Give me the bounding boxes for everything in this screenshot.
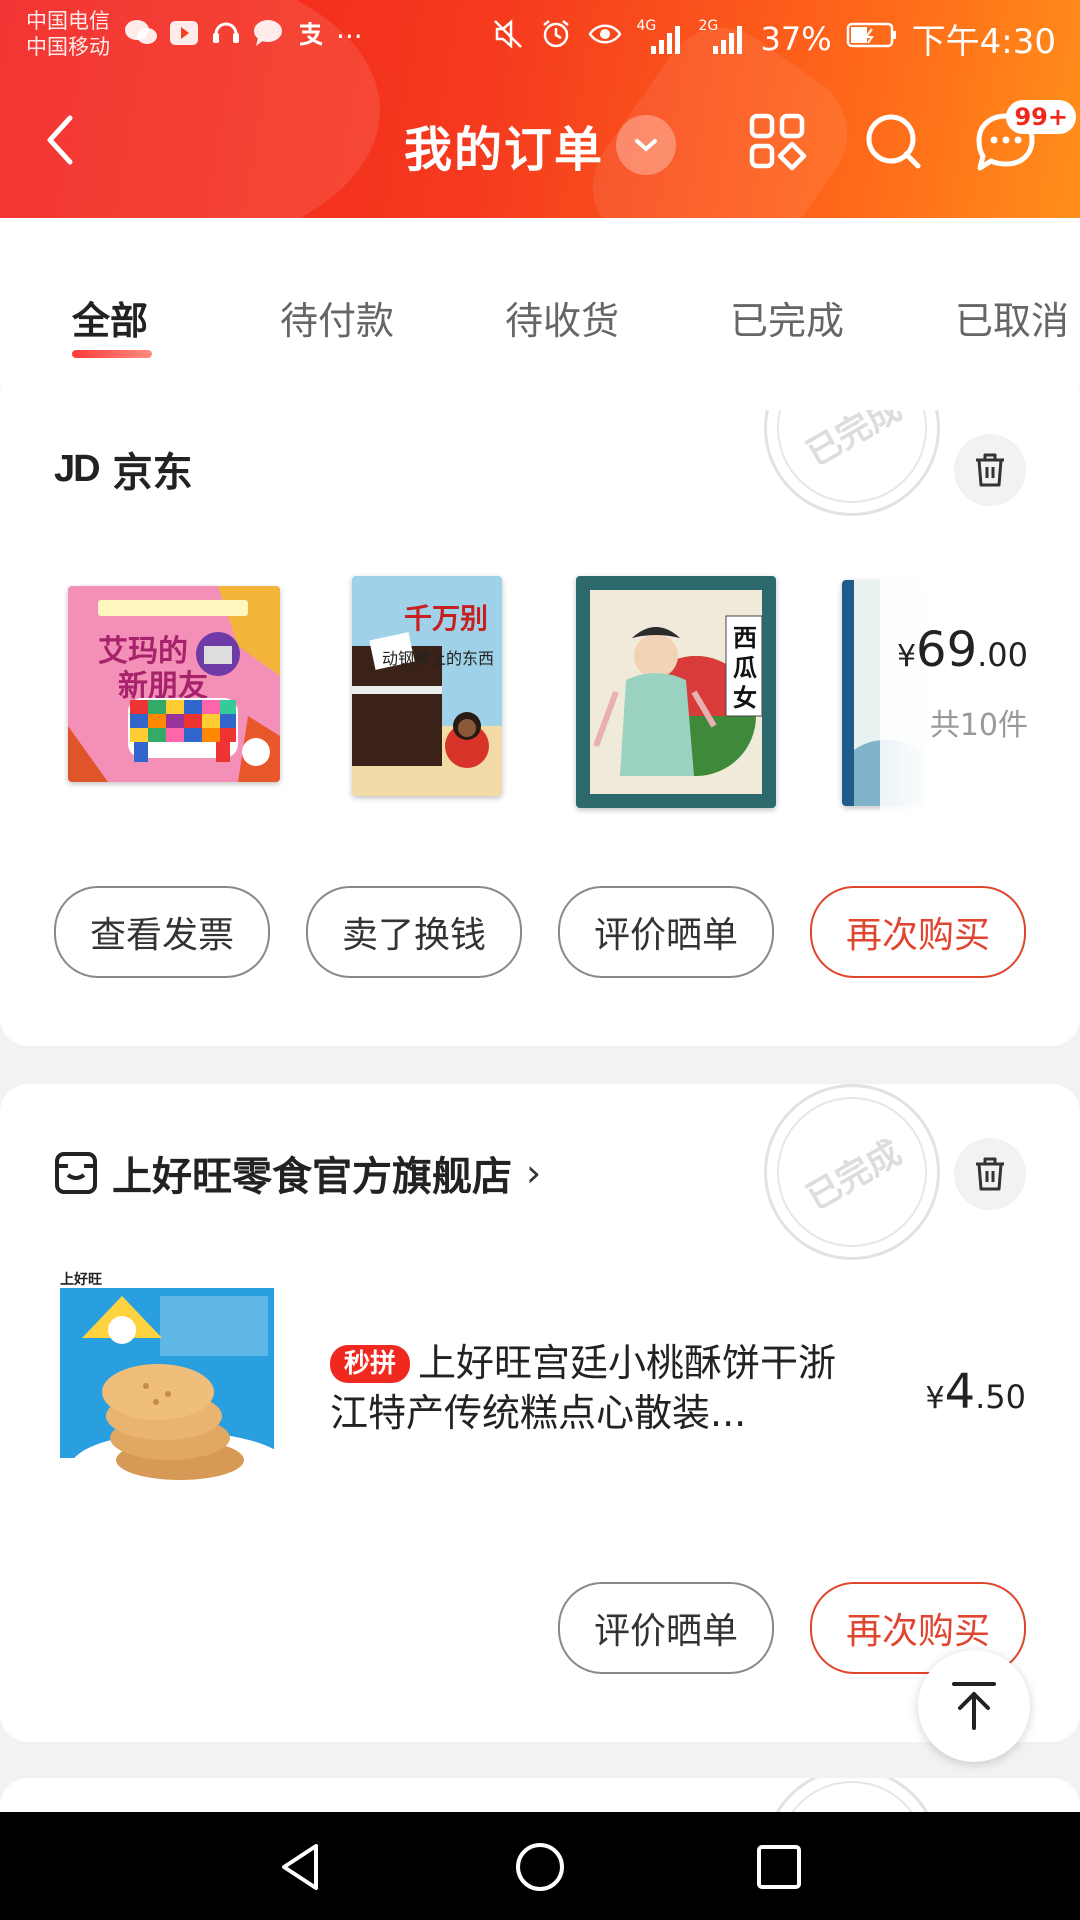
carrier-2: 中国移动 bbox=[26, 35, 110, 59]
product-image-3[interactable]: 西 瓜 女 bbox=[576, 576, 776, 808]
delete-order-button[interactable] bbox=[954, 1138, 1026, 1210]
status-bar: 中国电信 中国移动 ··· 4G 2G 37% 下午4:30 bbox=[0, 0, 1080, 70]
review-button[interactable]: 评价晒单 bbox=[558, 1582, 774, 1674]
signal-4g-icon: 4G bbox=[637, 18, 685, 56]
scroll-to-top-button[interactable] bbox=[918, 1650, 1030, 1762]
tab-completed[interactable]: 已完成 bbox=[730, 290, 844, 345]
svg-text:女: 女 bbox=[733, 683, 757, 712]
trash-icon bbox=[976, 453, 1004, 487]
product-image-2[interactable]: 千万别 动钢琴上的东西 bbox=[352, 576, 502, 796]
carrier-1: 中国电信 bbox=[26, 9, 110, 33]
arrow-up-icon bbox=[952, 1682, 996, 1730]
header-background: 中国电信 中国移动 ··· 4G 2G 37% 下午4:30 我的订单 99+ bbox=[0, 0, 1080, 220]
store-name: 京东 bbox=[112, 450, 193, 496]
order-total: ¥69.00 bbox=[897, 622, 1028, 678]
promo-tag: 秒拼 bbox=[330, 1345, 411, 1383]
page-title: 我的订单 bbox=[404, 122, 605, 178]
price-integer: 69 bbox=[916, 622, 978, 678]
currency-symbol: ¥ bbox=[896, 639, 917, 674]
back-arrow-icon[interactable] bbox=[34, 110, 94, 170]
eye-comfort-icon bbox=[587, 17, 623, 60]
wechat-icon bbox=[124, 18, 158, 55]
currency-symbol: ¥ bbox=[925, 1381, 945, 1416]
buy-again-button[interactable]: 再次购买 bbox=[810, 886, 1026, 978]
order-card-jd[interactable]: 已完成 JD 京东 艾玛的 新朋友 千万别 动钢琴上的东西 西 瓜 女 ¥69.… bbox=[0, 390, 1080, 1046]
clock: 下午4:30 bbox=[911, 22, 1056, 62]
nav-bar: 我的订单 99+ bbox=[0, 80, 1080, 210]
tab-all[interactable]: 全部 bbox=[72, 290, 148, 345]
price-decimal: .50 bbox=[975, 1378, 1026, 1416]
tab-pending-payment[interactable]: 待付款 bbox=[280, 290, 394, 345]
trash-icon bbox=[976, 1157, 1004, 1191]
back-triangle-icon[interactable] bbox=[274, 1840, 328, 1894]
message-icon bbox=[252, 18, 284, 55]
delete-order-button[interactable] bbox=[954, 434, 1026, 506]
store-header[interactable]: 上好旺零食官方旗舰店 › bbox=[54, 1144, 541, 1202]
price-summary: ¥69.00 共10件 bbox=[880, 540, 1080, 840]
view-invoice-button[interactable]: 查看发票 bbox=[54, 886, 270, 978]
home-circle-icon[interactable] bbox=[513, 1840, 567, 1894]
status-indicators: 4G 2G 37% 下午4:30 bbox=[491, 14, 1056, 63]
net-type-2: 2G bbox=[698, 17, 719, 34]
carrier-info: 中国电信 中国移动 bbox=[26, 8, 110, 60]
product-brand: 上好旺 bbox=[60, 1271, 102, 1288]
jd-logo-icon: JD bbox=[54, 447, 101, 490]
title-dropdown[interactable]: 我的订单 bbox=[404, 110, 677, 180]
store-name: 上好旺零食官方旗舰店 bbox=[112, 1154, 512, 1200]
recents-square-icon[interactable] bbox=[752, 1840, 806, 1894]
completed-stamp: 已完成 bbox=[731, 390, 973, 549]
order-tabs: 全部 待付款 待收货 已完成 已取消 bbox=[0, 218, 1080, 410]
svg-text:艾玛的: 艾玛的 bbox=[98, 634, 188, 669]
tab-cancelled[interactable]: 已取消 bbox=[955, 290, 1069, 345]
product-price: ¥4.50 bbox=[925, 1364, 1026, 1420]
battery-percent: 37% bbox=[760, 19, 832, 58]
system-navigation-bar bbox=[0, 1812, 1080, 1920]
svg-text:瓜: 瓜 bbox=[733, 653, 757, 682]
mute-icon bbox=[491, 17, 525, 60]
svg-text:西: 西 bbox=[733, 623, 757, 652]
messages-button[interactable]: 99+ bbox=[974, 100, 1076, 192]
more-notifications-icon: ··· bbox=[336, 20, 363, 53]
sell-for-cash-button[interactable]: 卖了换钱 bbox=[306, 886, 522, 978]
svg-text:动钢琴上的东西: 动钢琴上的东西 bbox=[382, 649, 494, 668]
active-tab-indicator bbox=[72, 350, 152, 358]
product-title[interactable]: 秒拼 上好旺宫廷小桃酥饼干浙江特产传统糕点心散装... bbox=[330, 1338, 870, 1438]
price-integer: 4 bbox=[944, 1364, 976, 1420]
net-type-1: 4G bbox=[636, 17, 657, 34]
alipay-icon bbox=[294, 18, 326, 55]
assistant-icon bbox=[210, 18, 242, 55]
store-icon bbox=[55, 1152, 97, 1194]
tab-pending-receipt[interactable]: 待收货 bbox=[505, 290, 619, 345]
product-image[interactable]: 上好旺 bbox=[60, 1268, 290, 1510]
message-badge: 99+ bbox=[1006, 100, 1076, 134]
price-decimal: .00 bbox=[977, 636, 1028, 674]
item-count: 共10件 bbox=[929, 708, 1028, 743]
product-image-1[interactable]: 艾玛的 新朋友 bbox=[68, 586, 280, 782]
category-grid-icon[interactable] bbox=[746, 110, 808, 172]
search-icon[interactable] bbox=[862, 110, 924, 172]
store-header[interactable]: JD 京东 bbox=[54, 440, 193, 498]
notification-icons: ··· bbox=[124, 18, 363, 55]
signal-2g-icon: 2G bbox=[699, 18, 747, 56]
completed-stamp: 已完成 bbox=[731, 1084, 973, 1293]
alarm-icon bbox=[539, 17, 573, 60]
battery-icon bbox=[846, 19, 898, 59]
svg-text:千万别: 千万别 bbox=[404, 602, 488, 635]
chevron-down-icon bbox=[616, 115, 677, 175]
video-app-icon bbox=[168, 18, 200, 55]
chevron-right-icon: › bbox=[526, 1151, 542, 1195]
review-button[interactable]: 评价晒单 bbox=[558, 886, 774, 978]
